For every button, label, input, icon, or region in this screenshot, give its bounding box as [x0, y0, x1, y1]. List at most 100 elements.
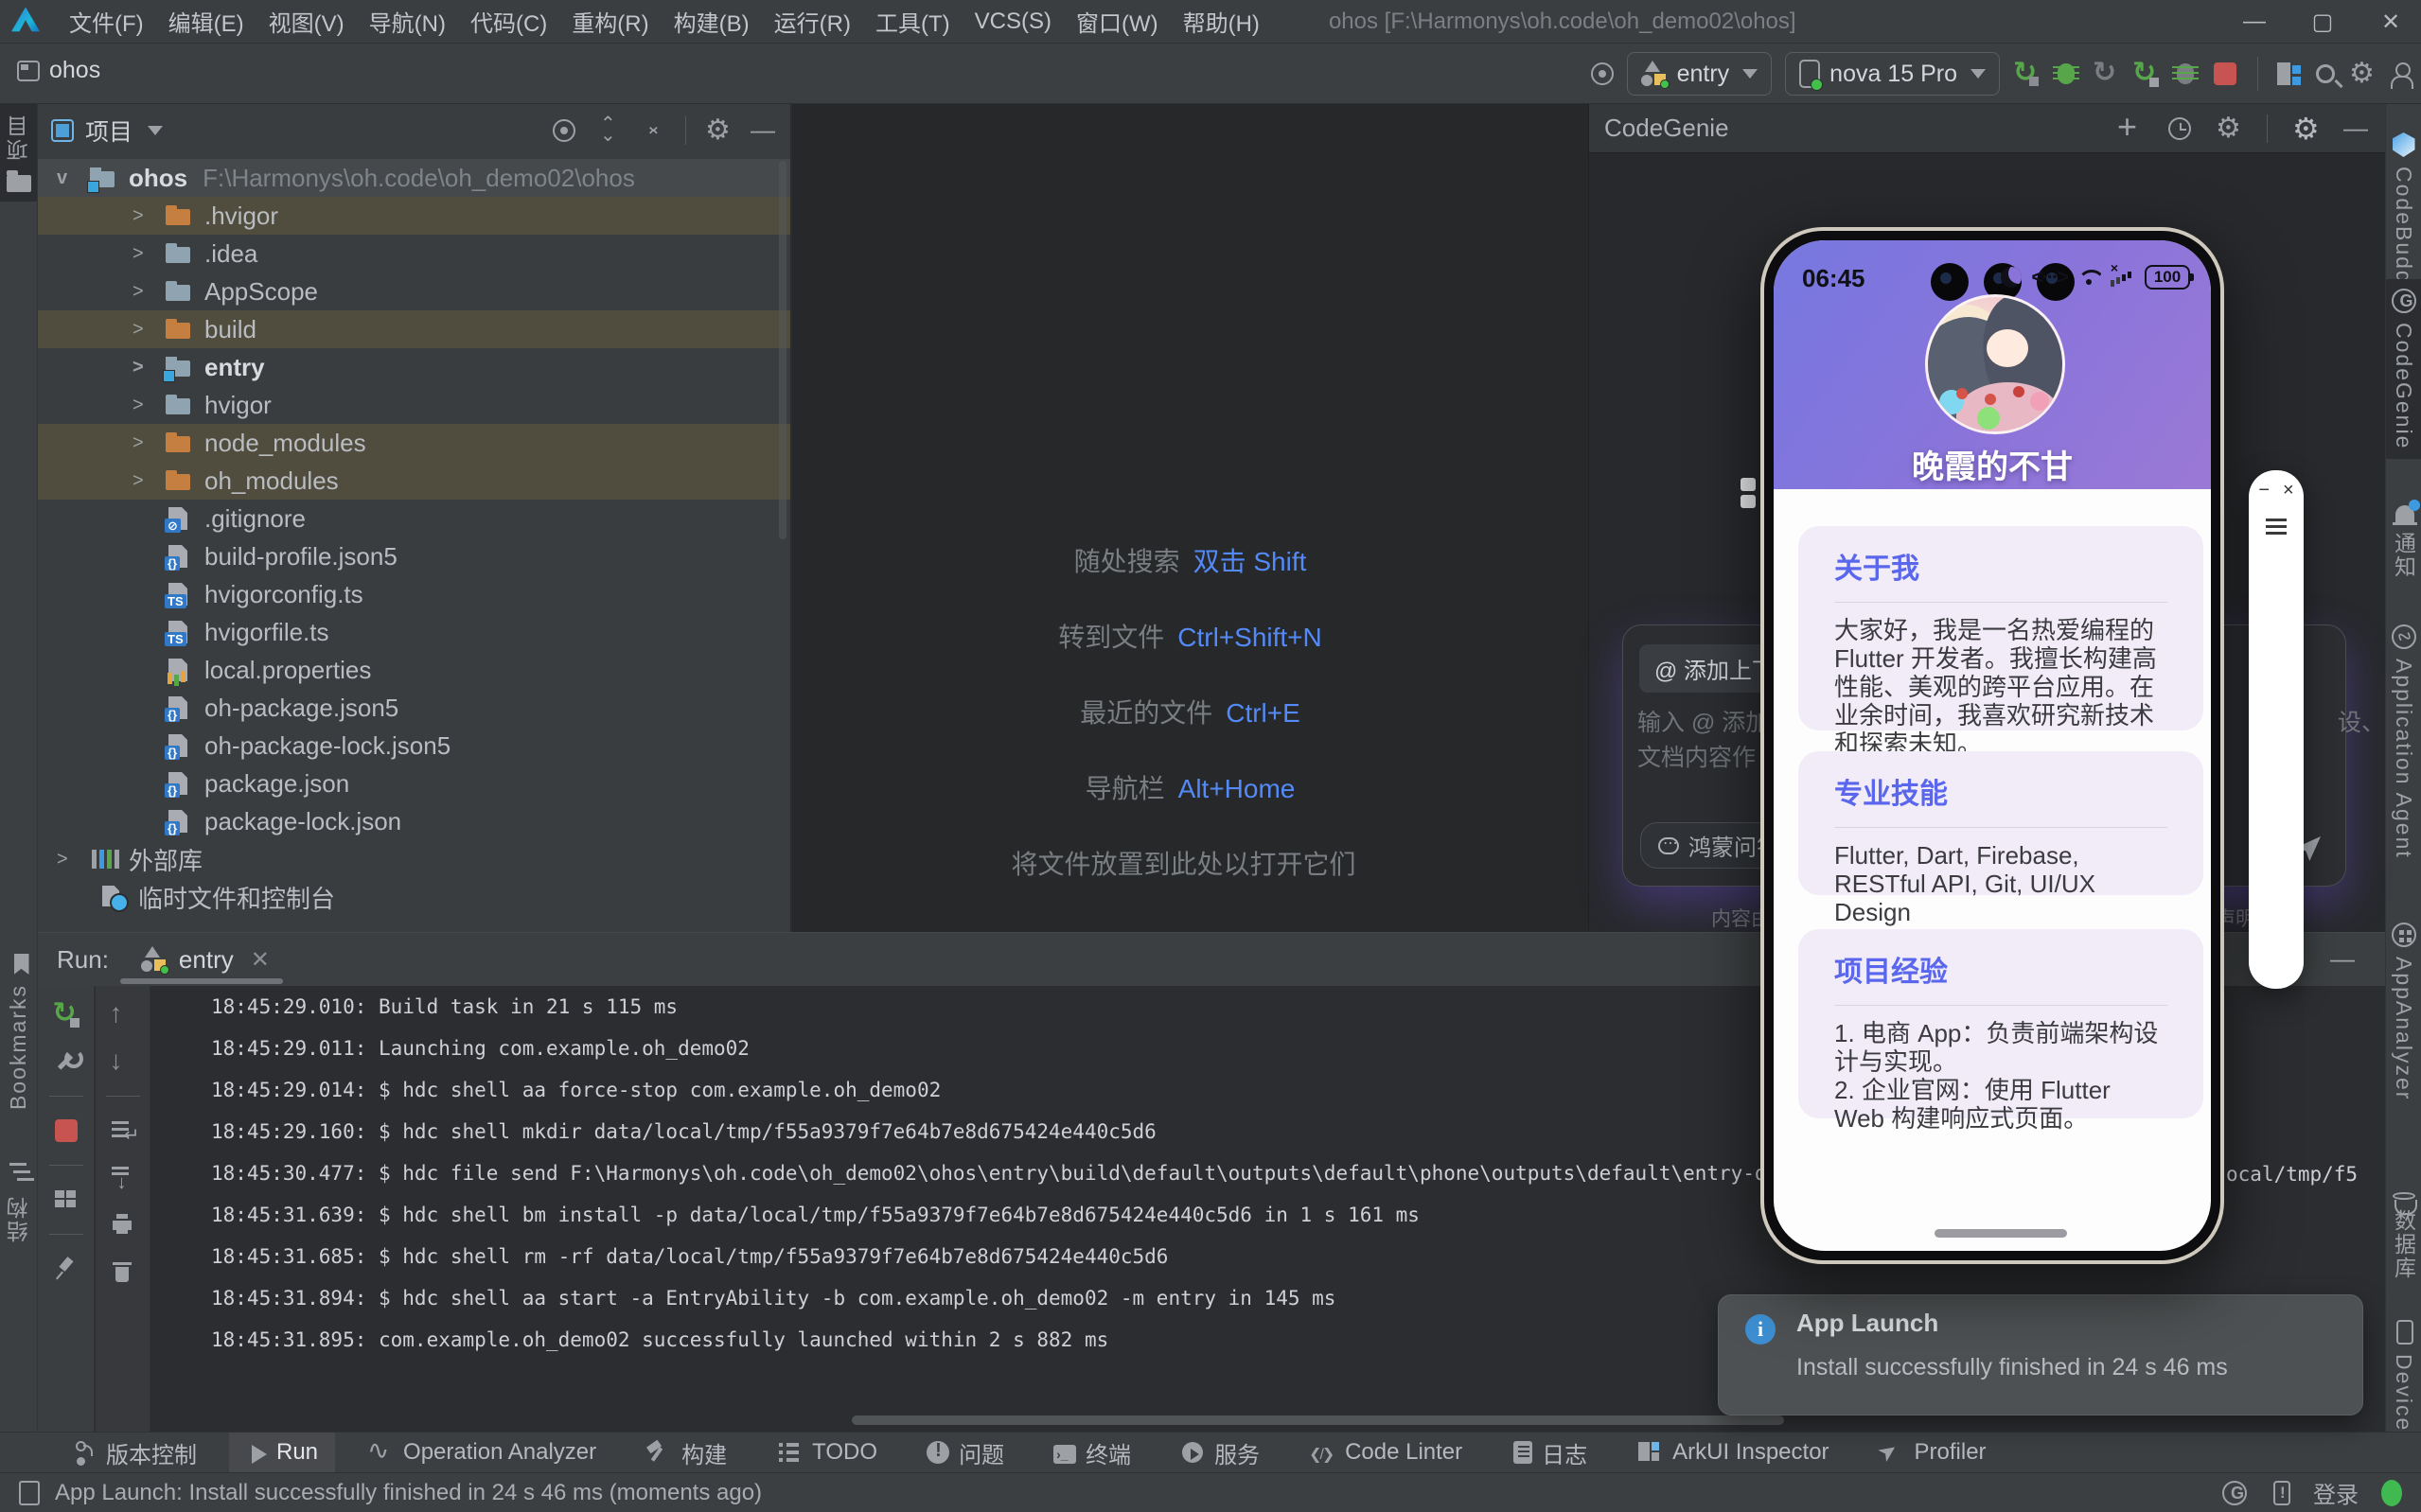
tree-chevron-icon[interactable]: > [133, 357, 165, 378]
tree-chevron-icon[interactable]: > [133, 319, 165, 341]
tree-row[interactable]: 临时文件和控制台 [38, 878, 790, 916]
close-tab-icon[interactable]: ✕ [251, 946, 270, 974]
pin-tab-icon[interactable] [53, 1256, 80, 1282]
expand-all-icon[interactable] [594, 117, 621, 144]
menu-item[interactable]: VCS(S) [963, 4, 1064, 40]
tree-chevron-icon[interactable]: > [133, 243, 165, 265]
tree-row[interactable]: local.properties [38, 651, 790, 689]
tool-window-tab[interactable]: 日志 [1494, 1433, 1604, 1473]
tree-row[interactable]: v ohos F:\Harmonys\oh.code\oh_demo02\oho… [38, 159, 790, 197]
rerun-icon[interactable] [53, 1001, 80, 1028]
tool-window-tab[interactable]: 服务 [1163, 1433, 1277, 1473]
tree-row[interactable]: > oh_modules [38, 462, 790, 500]
tree-chevron-icon[interactable]: > [133, 432, 165, 454]
emulator-button[interactable] [2262, 687, 2290, 715]
emulator-close-button[interactable]: × [2283, 480, 2294, 501]
sidebar-item-structure[interactable]: 结构 [0, 1159, 37, 1242]
panel-options-icon[interactable] [2292, 115, 2319, 142]
emulator-button[interactable] [2262, 727, 2290, 755]
stop-process-icon[interactable] [55, 1119, 78, 1142]
menu-item[interactable]: 导航(N) [357, 0, 458, 43]
tree-row[interactable]: > .hvigor [38, 197, 790, 235]
emulator-nav-button[interactable] [2262, 941, 2290, 969]
tree-row[interactable]: {} oh-package-lock.json5 [38, 727, 790, 765]
stop-button[interactable] [2214, 62, 2236, 85]
right-stripe-item[interactable]: CodeGenie [2386, 279, 2421, 459]
editor-area[interactable]: 随处搜索双击 Shift 转到文件Ctrl+Shift+N 最近的文件Ctrl+… [792, 104, 1588, 932]
emulator-button[interactable] [2262, 607, 2290, 636]
tree-row[interactable]: > hvigor [38, 386, 790, 424]
tool-window-tab[interactable]: 终端 [1036, 1433, 1148, 1473]
notification-balloon[interactable]: i App Launch Install successfully finish… [1718, 1294, 2363, 1415]
right-stripe-item[interactable]: Application Agent [2386, 624, 2421, 859]
hide-run-panel-icon[interactable] [2330, 946, 2357, 973]
login-button[interactable]: 登录 [2313, 1476, 2359, 1509]
menu-item[interactable]: 重构(R) [559, 0, 661, 43]
tree-row[interactable]: > build [38, 310, 790, 348]
menu-item[interactable]: 构建(B) [662, 0, 762, 43]
device-alert-icon[interactable] [2273, 1481, 2290, 1505]
collapse-all-icon[interactable] [640, 117, 666, 144]
tool-window-tab[interactable]: ArkUI Inspector [1619, 1433, 1846, 1473]
maximize-button[interactable]: ▢ [2309, 9, 2336, 36]
tool-window-tab[interactable]: Profiler [1862, 1433, 2004, 1473]
emulator-button[interactable] [2262, 568, 2290, 596]
device-combo[interactable]: nova 15 Pro [1785, 52, 2000, 96]
tool-window-tab[interactable]: Operation Analyzer [350, 1433, 613, 1473]
tool-window-tab[interactable]: TODO [759, 1433, 894, 1473]
restart-app-button[interactable] [2132, 61, 2159, 87]
emulator-button[interactable] [2262, 647, 2290, 676]
tree-chevron-icon[interactable]: v [57, 167, 89, 189]
right-stripe-item[interactable]: AppAnalyzer [2386, 923, 2421, 1100]
print-icon[interactable] [110, 1212, 136, 1239]
menu-item[interactable]: 工具(T) [863, 0, 963, 43]
attach-device-icon[interactable] [1591, 62, 1614, 85]
tree-row[interactable]: > 外部库 [38, 840, 790, 878]
right-stripe-item[interactable]: 数据库 [2386, 1190, 2421, 1280]
tree-chevron-icon[interactable]: > [133, 395, 165, 416]
run-tab-entry[interactable]: entry ✕ [133, 933, 277, 986]
chevron-down-icon[interactable] [148, 126, 163, 135]
minimize-button[interactable]: — [2241, 9, 2268, 35]
soft-wrap-icon[interactable] [110, 1117, 136, 1144]
account-icon[interactable] [2389, 62, 2412, 85]
device-file-browser-icon[interactable] [2277, 62, 2302, 85]
scroll-to-end-icon[interactable] [110, 1165, 136, 1191]
emulator-menu-icon[interactable] [2262, 513, 2290, 541]
project-scrollbar[interactable] [779, 161, 786, 539]
settings-icon[interactable] [2349, 61, 2376, 87]
tool-window-tab[interactable]: 问题 [910, 1433, 1021, 1473]
menu-item[interactable]: 文件(F) [57, 0, 156, 43]
run-button[interactable] [2013, 61, 2040, 87]
right-stripe-item[interactable]: CodeBuddy [2386, 132, 2421, 297]
tree-row[interactable]: > AppScope [38, 273, 790, 310]
right-stripe-item[interactable]: 通知 [2386, 501, 2421, 579]
phone-screen[interactable]: 06:45 <···> 100 晚霞的不甘 关于我 [1774, 240, 2211, 1251]
tool-window-tab[interactable]: 版本控制 [53, 1433, 214, 1473]
menu-item[interactable]: 视图(V) [256, 0, 357, 43]
hide-panel-icon[interactable] [2343, 115, 2370, 142]
menu-item[interactable]: 运行(R) [762, 0, 863, 43]
search-everywhere-icon[interactable] [2316, 64, 2335, 83]
menu-item[interactable]: 编辑(E) [156, 0, 256, 43]
emulator-button[interactable] [2262, 766, 2290, 795]
project-widget[interactable]: ohos [17, 57, 100, 84]
run-coverage-button[interactable] [2093, 61, 2119, 87]
menu-item[interactable]: 代码(C) [458, 0, 559, 43]
sidebar-item-bookmarks[interactable]: Bookmarks [0, 951, 37, 1110]
run-config-combo[interactable]: entry [1627, 52, 1773, 96]
prev-occurrence-icon[interactable] [110, 1001, 136, 1028]
emulator-nav-button[interactable] [2262, 980, 2290, 1009]
tree-chevron-icon[interactable]: > [133, 205, 165, 227]
hide-panel-icon[interactable] [751, 117, 777, 144]
emulator-minimize-button[interactable]: − [2258, 480, 2270, 501]
tree-chevron-icon[interactable]: > [133, 281, 165, 303]
tree-chevron-icon[interactable]: > [133, 470, 165, 492]
tree-row[interactable]: TS hvigorconfig.ts [38, 575, 790, 613]
menu-item[interactable]: 帮助(H) [1171, 0, 1272, 43]
tree-chevron-icon[interactable]: > [57, 849, 89, 870]
tree-row[interactable]: > node_modules [38, 424, 790, 462]
tree-row[interactable]: TS hvigorfile.ts [38, 613, 790, 651]
locate-file-icon[interactable] [553, 119, 575, 142]
code-linter-status-icon[interactable] [2222, 1481, 2247, 1505]
